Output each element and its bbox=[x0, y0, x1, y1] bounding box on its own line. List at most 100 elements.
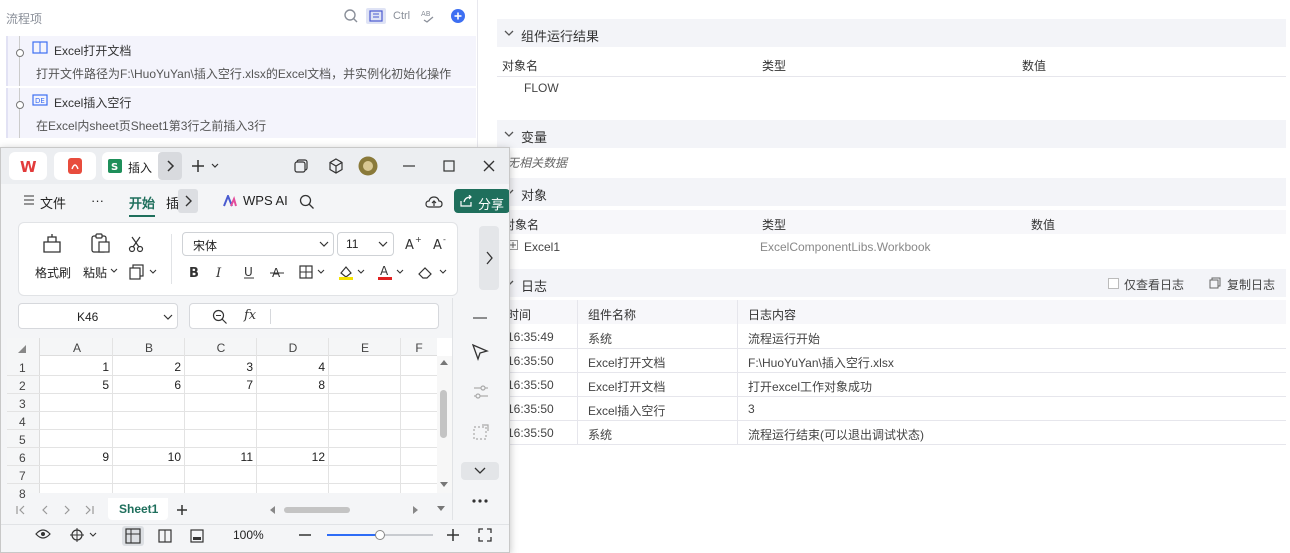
copy-log-button[interactable]: 复制日志 bbox=[1227, 276, 1275, 293]
name-box[interactable]: K46 bbox=[18, 303, 178, 329]
formula-bar[interactable]: fx bbox=[189, 303, 439, 329]
menu-home[interactable]: 开始 bbox=[129, 193, 156, 217]
menu-more[interactable]: ··· bbox=[91, 193, 104, 208]
eraser-icon[interactable] bbox=[417, 264, 447, 280]
cell-C6[interactable]: 11 bbox=[185, 450, 253, 464]
row-header[interactable]: 3 bbox=[7, 397, 39, 411]
cell-B6[interactable]: 10 bbox=[113, 450, 181, 464]
font-size-select[interactable]: 11 bbox=[337, 232, 394, 256]
border-icon[interactable] bbox=[299, 264, 329, 280]
more-icon[interactable] bbox=[471, 498, 489, 504]
log-section[interactable]: 日志 仅查看日志 复制日志 bbox=[497, 269, 1286, 297]
ribbon-scroll-right[interactable] bbox=[479, 226, 499, 290]
bold-icon[interactable]: B bbox=[187, 264, 201, 280]
fx-label[interactable]: fx bbox=[244, 308, 256, 323]
maximize-icon[interactable] bbox=[442, 159, 456, 173]
row-header[interactable]: 4 bbox=[7, 415, 39, 429]
adjust-icon[interactable] bbox=[472, 383, 490, 401]
cut-icon[interactable] bbox=[127, 235, 145, 253]
wps-logo-icon[interactable]: W bbox=[9, 152, 47, 180]
add-sheet-icon[interactable] bbox=[176, 504, 188, 516]
italic-icon[interactable]: I bbox=[214, 264, 228, 280]
next-sheet-icon[interactable] bbox=[61, 504, 73, 516]
flow-step-insert[interactable]: DE Excel插入空行 在Excel内sheet页Sheet1第3行之前插入3… bbox=[6, 88, 476, 138]
pdf-app-icon[interactable] bbox=[54, 152, 96, 180]
fill-color-icon[interactable] bbox=[338, 264, 368, 280]
font-grow-icon[interactable]: A+ bbox=[405, 235, 421, 251]
cell-D1[interactable]: 4 bbox=[257, 360, 325, 374]
first-sheet-icon[interactable] bbox=[15, 504, 27, 516]
column-header[interactable]: F bbox=[401, 341, 437, 357]
minimize-icon[interactable] bbox=[402, 159, 416, 173]
cube-icon[interactable] bbox=[328, 158, 344, 174]
scroll-down-icon[interactable] bbox=[440, 482, 448, 488]
zoom-out-icon[interactable] bbox=[299, 534, 311, 536]
chevron-right-icon[interactable] bbox=[158, 152, 182, 180]
copy-icon[interactable] bbox=[129, 264, 159, 280]
last-sheet-icon[interactable] bbox=[83, 504, 95, 516]
underline-icon[interactable]: U bbox=[242, 264, 256, 280]
row-header[interactable]: 6 bbox=[7, 451, 39, 465]
menu-wps-ai[interactable]: WPS AI bbox=[243, 193, 288, 208]
scroll-down-icon[interactable] bbox=[437, 506, 445, 512]
zoom-search-icon[interactable] bbox=[212, 309, 228, 325]
log-only-checkbox[interactable] bbox=[1108, 278, 1119, 289]
cell-B1[interactable]: 2 bbox=[113, 360, 181, 374]
variable-section[interactable]: 变量 bbox=[497, 120, 1286, 148]
normal-view-button[interactable] bbox=[122, 526, 144, 546]
zoom-slider[interactable] bbox=[327, 530, 433, 540]
page-layout-icon[interactable] bbox=[158, 529, 172, 543]
cell-A2[interactable]: 5 bbox=[41, 378, 109, 392]
cell-A6[interactable]: 9 bbox=[41, 450, 109, 464]
column-header[interactable]: A bbox=[41, 341, 113, 357]
select-all-icon[interactable] bbox=[18, 345, 26, 353]
tab-document[interactable]: S 插入 bbox=[102, 152, 182, 180]
share-button[interactable]: 分享 bbox=[454, 189, 509, 213]
close-icon[interactable] bbox=[482, 159, 496, 173]
copy-icon[interactable] bbox=[1209, 277, 1221, 289]
component-result-section[interactable]: 组件运行结果 bbox=[497, 19, 1286, 47]
zoom-in-icon[interactable] bbox=[447, 529, 459, 541]
list-view-icon[interactable] bbox=[366, 8, 386, 24]
cloud-upload-icon[interactable] bbox=[425, 194, 443, 210]
new-tab-icon[interactable] bbox=[191, 159, 221, 173]
avatar[interactable] bbox=[358, 156, 378, 176]
row-header[interactable]: 7 bbox=[7, 469, 39, 483]
search-icon[interactable] bbox=[343, 8, 359, 24]
collapse-icon[interactable] bbox=[473, 316, 487, 320]
eye-icon[interactable] bbox=[35, 528, 51, 540]
vertical-scrollbar[interactable] bbox=[437, 356, 452, 493]
hscroll-left-icon[interactable] bbox=[269, 506, 275, 514]
zoom-slider-thumb[interactable] bbox=[375, 530, 385, 540]
format-painter-icon[interactable] bbox=[41, 232, 63, 254]
select-cursor-icon[interactable] bbox=[471, 343, 489, 361]
rail-expand-button[interactable] bbox=[461, 462, 499, 480]
font-shrink-icon[interactable]: A- bbox=[433, 235, 449, 251]
paste-label[interactable]: 粘贴 bbox=[83, 264, 107, 281]
add-icon[interactable] bbox=[450, 8, 466, 24]
font-color-icon[interactable]: A bbox=[377, 264, 407, 280]
cell-A1[interactable]: 1 bbox=[41, 360, 109, 374]
zoom-level[interactable]: 100% bbox=[233, 528, 264, 542]
column-header[interactable]: B bbox=[113, 341, 185, 357]
cell-C2[interactable]: 7 bbox=[185, 378, 253, 392]
cell-select-icon[interactable] bbox=[70, 528, 100, 542]
cell-B2[interactable]: 6 bbox=[113, 378, 181, 392]
row-header[interactable]: 5 bbox=[7, 433, 39, 447]
transform-icon[interactable] bbox=[472, 423, 490, 441]
format-painter-label[interactable]: 格式刷 bbox=[35, 264, 71, 281]
cell-D2[interactable]: 8 bbox=[257, 378, 325, 392]
search-icon[interactable] bbox=[299, 194, 315, 210]
log-only-label[interactable]: 仅查看日志 bbox=[1124, 276, 1184, 293]
scroll-up-icon[interactable] bbox=[440, 359, 448, 365]
window-list-icon[interactable] bbox=[294, 159, 308, 173]
flow-step-open[interactable]: Excel打开文档 打开文件路径为F:\HuoYuYan\插入空行.xlsx的E… bbox=[6, 36, 476, 86]
row-header[interactable]: 1 bbox=[7, 361, 39, 375]
hscroll-right-icon[interactable] bbox=[413, 506, 419, 514]
column-header[interactable]: D bbox=[257, 341, 329, 357]
cell-C1[interactable]: 3 bbox=[185, 360, 253, 374]
menu-file[interactable]: 文件 bbox=[40, 193, 66, 212]
spellcheck-icon[interactable]: AB bbox=[420, 8, 436, 24]
cell-D6[interactable]: 12 bbox=[257, 450, 325, 464]
sheet-tab-sheet1[interactable]: Sheet1 bbox=[108, 498, 168, 520]
